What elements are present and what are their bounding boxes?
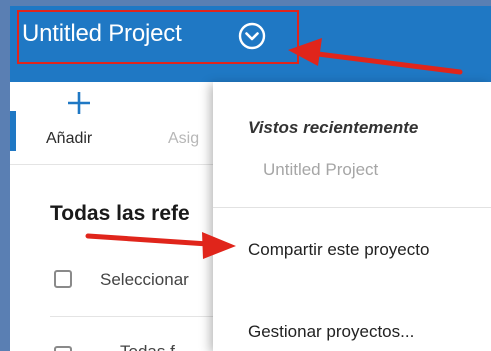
row-text: Todas f bbox=[120, 342, 175, 351]
plus-icon bbox=[68, 92, 90, 114]
add-button[interactable] bbox=[46, 90, 106, 121]
add-button-label[interactable]: Añadir bbox=[46, 130, 92, 148]
section-title: Todas las refe bbox=[50, 202, 190, 225]
manage-projects-menu-item[interactable]: Gestionar proyectos... bbox=[248, 322, 414, 342]
recent-heading: Vistos recientemente bbox=[248, 118, 419, 137]
select-all-label[interactable]: Seleccionar bbox=[100, 270, 189, 290]
recent-item-untitled-project[interactable]: Untitled Project bbox=[263, 160, 378, 180]
assign-button-label[interactable]: Asig bbox=[168, 130, 199, 148]
select-all-checkbox[interactable] bbox=[54, 270, 72, 288]
share-project-menu-item[interactable]: Compartir este proyecto bbox=[248, 240, 429, 260]
menu-divider bbox=[213, 207, 491, 208]
left-accent-strip bbox=[10, 111, 16, 151]
project-dropdown-menu: Vistos recientemente Untitled Project Co… bbox=[213, 82, 491, 351]
row-checkbox[interactable] bbox=[54, 346, 72, 351]
annotation-highlight-box bbox=[17, 10, 299, 64]
